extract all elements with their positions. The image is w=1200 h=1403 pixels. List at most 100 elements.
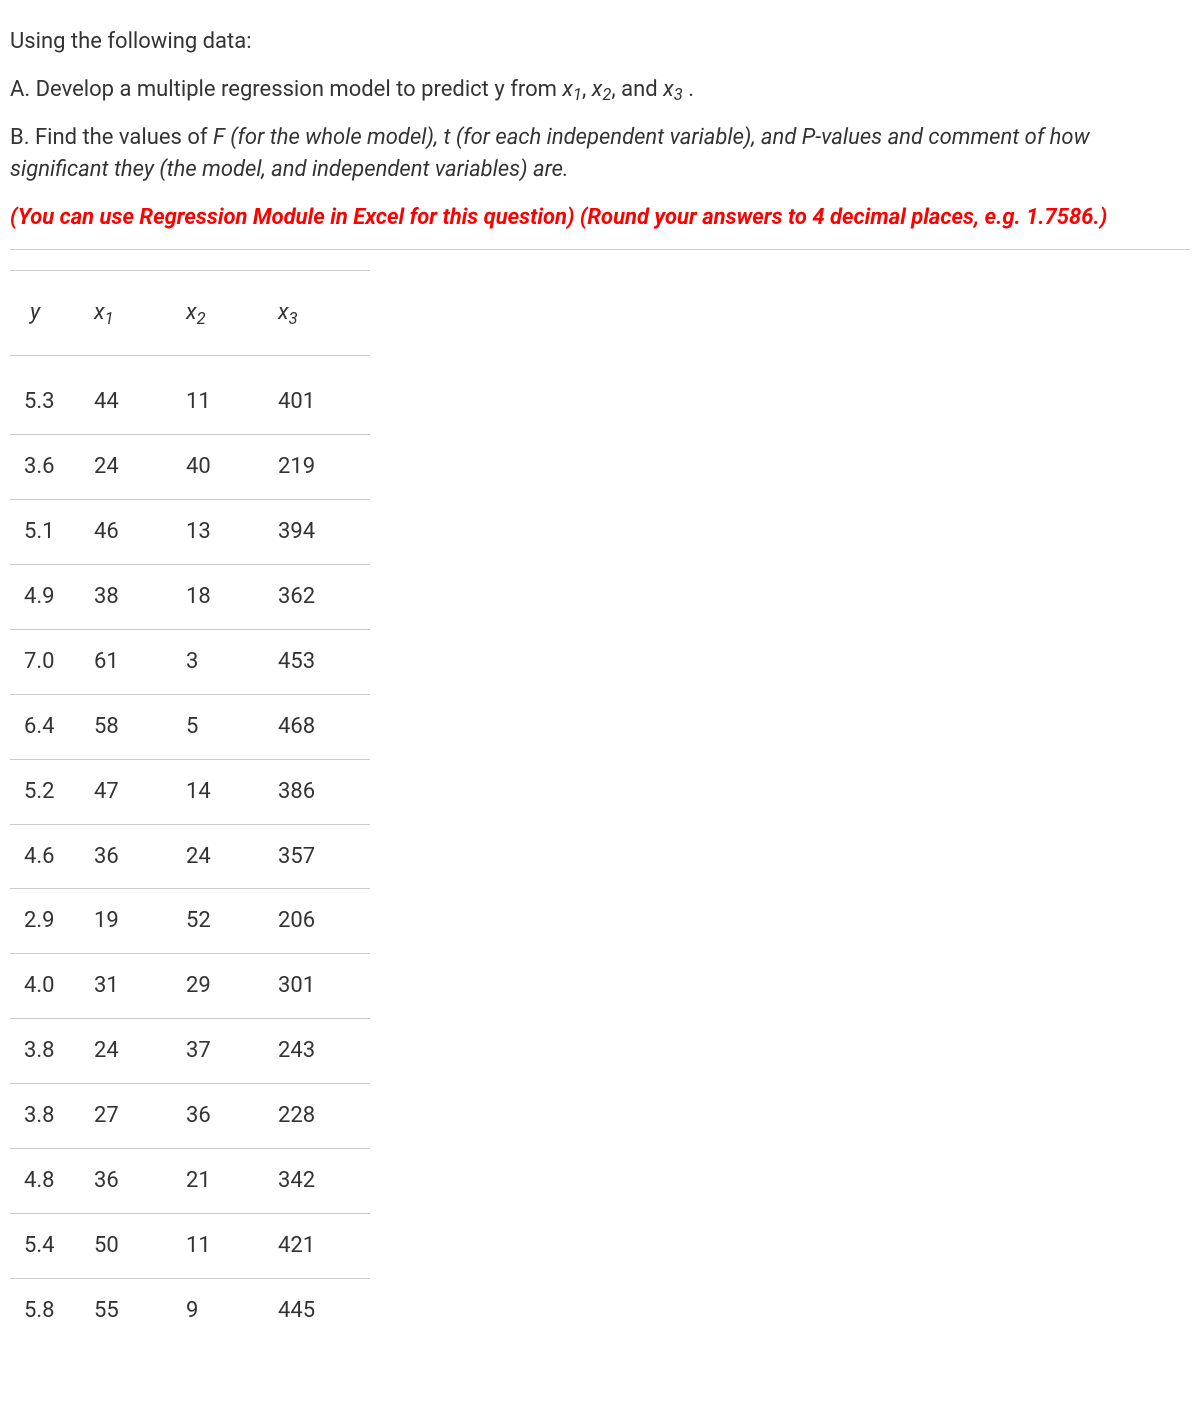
part-a-prefix: A. Develop a multiple regression model t… — [10, 77, 562, 102]
header-x3-sub: 3 — [289, 310, 298, 329]
cell-x3: 386 — [278, 759, 370, 824]
header-x3: x3 — [278, 271, 370, 356]
table-row: 5.8559445 — [10, 1278, 370, 1342]
part-a: A. Develop a multiple regression model t… — [10, 74, 1190, 106]
table-row: 3.82736228 — [10, 1084, 370, 1149]
cell-x1: 44 — [94, 356, 186, 435]
cell-x1: 55 — [94, 1278, 186, 1342]
x2-letter: x — [592, 77, 603, 102]
cell-x3: 445 — [278, 1278, 370, 1342]
table-row: 4.93818362 — [10, 565, 370, 630]
x3-var: x3 — [663, 77, 683, 102]
x1-letter: x — [562, 77, 573, 102]
cell-x3: 219 — [278, 435, 370, 500]
x2-var: x2 — [592, 77, 612, 102]
cell-y: 5.4 — [10, 1213, 94, 1278]
header-y: y — [10, 271, 94, 356]
cell-x2: 29 — [186, 954, 278, 1019]
table-row: 5.45011421 — [10, 1213, 370, 1278]
cell-x2: 3 — [186, 629, 278, 694]
table-body: 5.344114013.624402195.146133944.93818362… — [10, 356, 370, 1343]
table-row: 4.03129301 — [10, 954, 370, 1019]
cell-y: 4.8 — [10, 1149, 94, 1214]
cell-x1: 47 — [94, 759, 186, 824]
header-x2: x2 — [186, 271, 278, 356]
cell-y: 4.0 — [10, 954, 94, 1019]
cell-x3: 301 — [278, 954, 370, 1019]
cell-y: 5.1 — [10, 500, 94, 565]
cell-x2: 5 — [186, 694, 278, 759]
cell-x2: 52 — [186, 889, 278, 954]
cell-x2: 24 — [186, 824, 278, 889]
cell-x3: 357 — [278, 824, 370, 889]
x2-sub: 2 — [602, 86, 611, 105]
cell-x3: 394 — [278, 500, 370, 565]
x1-sub: 1 — [573, 86, 582, 105]
x1-var: x1 — [562, 77, 582, 102]
part-b: B. Find the values of F (for the whole m… — [10, 122, 1190, 186]
header-x2-letter: x — [186, 300, 197, 325]
x3-letter: x — [663, 77, 674, 102]
cell-y: 3.8 — [10, 1084, 94, 1149]
cell-x2: 9 — [186, 1278, 278, 1342]
cell-x2: 11 — [186, 1213, 278, 1278]
cell-x1: 24 — [94, 1019, 186, 1084]
comma-2: , and — [611, 77, 663, 102]
cell-y: 3.8 — [10, 1019, 94, 1084]
cell-x2: 21 — [186, 1149, 278, 1214]
cell-y: 5.2 — [10, 759, 94, 824]
cell-x3: 453 — [278, 629, 370, 694]
part-b-plain: B. Find the values of — [10, 125, 213, 150]
header-x3-letter: x — [278, 300, 289, 325]
cell-y: 4.9 — [10, 565, 94, 630]
cell-x2: 40 — [186, 435, 278, 500]
cell-x1: 27 — [94, 1084, 186, 1149]
cell-x3: 468 — [278, 694, 370, 759]
cell-x1: 36 — [94, 1149, 186, 1214]
header-x1: x1 — [94, 271, 186, 356]
cell-x2: 11 — [186, 356, 278, 435]
cell-x1: 50 — [94, 1213, 186, 1278]
table-row: 4.83621342 — [10, 1149, 370, 1214]
cell-x2: 36 — [186, 1084, 278, 1149]
table-row: 3.62440219 — [10, 435, 370, 500]
table-row: 6.4585468 — [10, 694, 370, 759]
table-row: 3.82437243 — [10, 1019, 370, 1084]
cell-x1: 36 — [94, 824, 186, 889]
cell-x1: 38 — [94, 565, 186, 630]
cell-x1: 58 — [94, 694, 186, 759]
cell-x1: 31 — [94, 954, 186, 1019]
cell-x3: 243 — [278, 1019, 370, 1084]
cell-x3: 206 — [278, 889, 370, 954]
cell-x2: 14 — [186, 759, 278, 824]
table-wrap: y x1 x2 x3 5.344114013.624402195.1461339… — [10, 249, 1190, 1342]
cell-x3: 421 — [278, 1213, 370, 1278]
cell-y: 7.0 — [10, 629, 94, 694]
cell-x3: 228 — [278, 1084, 370, 1149]
table-row: 5.24714386 — [10, 759, 370, 824]
cell-x1: 46 — [94, 500, 186, 565]
cell-y: 4.6 — [10, 824, 94, 889]
cell-x1: 61 — [94, 629, 186, 694]
table-row: 5.14613394 — [10, 500, 370, 565]
cell-x2: 13 — [186, 500, 278, 565]
cell-x2: 37 — [186, 1019, 278, 1084]
note-text: (You can use Regression Module in Excel … — [10, 202, 1190, 234]
cell-y: 5.8 — [10, 1278, 94, 1342]
comma-1: , — [582, 77, 592, 102]
intro-line: Using the following data: — [10, 26, 1190, 58]
cell-y: 5.3 — [10, 356, 94, 435]
cell-y: 3.6 — [10, 435, 94, 500]
header-x1-sub: 1 — [105, 310, 114, 329]
table-row: 7.0613453 — [10, 629, 370, 694]
cell-x3: 342 — [278, 1149, 370, 1214]
table-row: 5.34411401 — [10, 356, 370, 435]
header-x1-letter: x — [94, 300, 105, 325]
cell-x1: 19 — [94, 889, 186, 954]
cell-x1: 24 — [94, 435, 186, 500]
part-a-suffix: . — [683, 77, 694, 102]
cell-x2: 18 — [186, 565, 278, 630]
cell-x3: 401 — [278, 356, 370, 435]
table-header-row: y x1 x2 x3 — [10, 271, 370, 356]
data-table: y x1 x2 x3 5.344114013.624402195.1461339… — [10, 270, 370, 1342]
